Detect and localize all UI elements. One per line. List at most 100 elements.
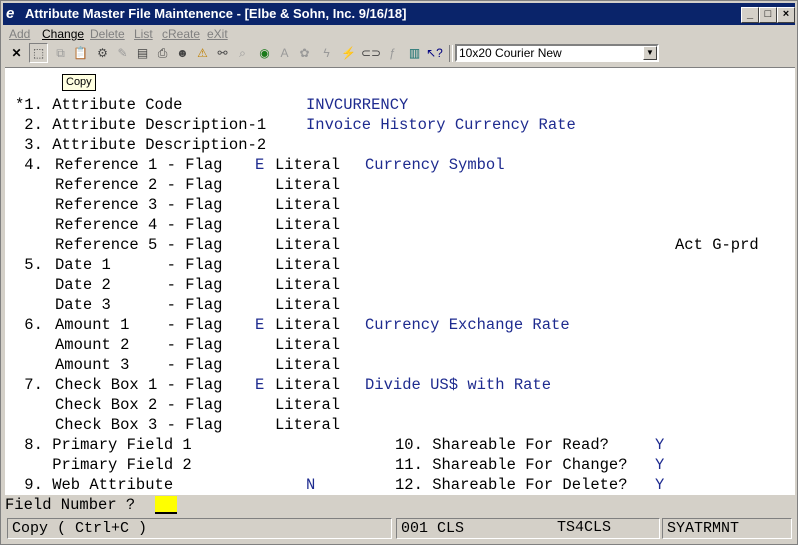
close-x-icon[interactable]: ✕ [7, 43, 26, 63]
status-bar: Copy ( Ctrl+C ) 001 CLS TS4CLS SYATRMNT [5, 516, 795, 541]
field-group-number: 6. [15, 316, 43, 334]
field-label: Amount 2 - Flag [55, 336, 223, 354]
field-literal-label: Literal [275, 376, 341, 394]
field-number-input[interactable] [155, 496, 177, 514]
field-label: Reference 5 - Flag [55, 236, 223, 254]
field-literal-label: Literal [275, 256, 341, 274]
field-3-label: 3. Attribute Description-2 [15, 136, 267, 154]
field-11-value[interactable]: Y [655, 455, 664, 475]
copy-icon[interactable]: ⧉ [51, 43, 70, 63]
act-label: Act G-prd [675, 236, 759, 254]
settings-icon[interactable]: ⚙ [93, 43, 112, 63]
field-flag[interactable]: E [255, 315, 264, 335]
close-button[interactable]: × [777, 7, 795, 23]
field-literal-label: Literal [275, 276, 341, 294]
field-9-value[interactable]: N [306, 475, 315, 495]
minimize-button[interactable]: _ [741, 7, 759, 23]
chevron-down-icon[interactable]: ▼ [643, 46, 657, 60]
field-value[interactable]: Divide US$ with Rate [365, 375, 551, 395]
notes-icon[interactable]: ▥ [405, 43, 424, 63]
field-2-value[interactable]: Invoice History Currency Rate [306, 115, 576, 135]
field-label: Amount 3 - Flag [55, 356, 223, 374]
lightning-icon[interactable]: ϟ [317, 43, 336, 63]
command-prompt: Field Number ? [5, 496, 136, 514]
help-pointer-icon[interactable]: ↖? [425, 43, 444, 63]
field-group-number: 7. [15, 376, 43, 394]
edit-icon[interactable]: ✎ [113, 43, 132, 63]
status-system: TS4CLS [557, 519, 612, 536]
field-flag[interactable]: E [255, 155, 264, 175]
paste-icon[interactable]: 📋 [71, 43, 90, 63]
link-icon[interactable]: ⊂⊃ [361, 43, 381, 63]
field-8-label: 8. Primary Field 1 [15, 436, 192, 454]
app-icon: e [6, 5, 15, 22]
alert-icon[interactable]: ⚠ [193, 43, 212, 63]
field-1-label: *1. Attribute Code [15, 96, 183, 114]
field-8b-label: Primary Field 2 [15, 456, 192, 474]
user-icon[interactable]: ☻ [173, 43, 192, 63]
field-label: Check Box 1 - Flag [55, 376, 223, 394]
field-literal-label: Literal [275, 176, 341, 194]
copy-tooltip: Copy [62, 74, 96, 91]
maximize-button[interactable]: □ [759, 7, 777, 23]
field-value[interactable]: Currency Exchange Rate [365, 315, 570, 335]
status-program: SYATRMNT [662, 518, 792, 539]
field-label: Reference 2 - Flag [55, 176, 223, 194]
title-bar[interactable]: e Attribute Master File Maintenence - [E… [3, 3, 795, 25]
menu-add[interactable]: Add [9, 27, 30, 41]
field-1-value[interactable]: INVCURRENCY [306, 95, 408, 115]
field-literal-label: Literal [275, 316, 341, 334]
menu-change[interactable]: Change [42, 27, 84, 41]
field-label: Date 3 - Flag [55, 296, 223, 314]
field-11-label: 11. Shareable For Change? [395, 456, 628, 474]
toolbar: ✕ ⬚ ⧉ 📋 ⚙ ✎ ▤ ⎙ ☻ ⚠ ⚯ ⌕ ◉ A ✿ ϟ ⚡ ⊂⊃ ƒ ▥… [5, 43, 795, 65]
field-label: Reference 1 - Flag [55, 156, 223, 174]
font-icon[interactable]: A [275, 43, 294, 63]
field-value[interactable]: Currency Symbol [365, 155, 505, 175]
field-label: Date 1 - Flag [55, 256, 223, 274]
field-literal-label: Literal [275, 296, 341, 314]
font-select[interactable]: 10x20 Courier New ▼ [455, 44, 659, 62]
status-code: 001 CLS [396, 518, 660, 539]
app-window: e Attribute Master File Maintenence - [E… [0, 0, 798, 545]
print-icon[interactable]: ⎙ [153, 43, 172, 63]
select-icon[interactable]: ⬚ [29, 43, 48, 63]
menu-delete[interactable]: Delete [90, 27, 125, 41]
menu-create[interactable]: cReate [162, 27, 200, 41]
field-10-value[interactable]: Y [655, 435, 664, 455]
field-10-label: 10. Shareable For Read? [395, 436, 609, 454]
field-label: Check Box 3 - Flag [55, 416, 223, 434]
flash-icon[interactable]: ⚡ [339, 43, 358, 63]
field-literal-label: Literal [275, 416, 341, 434]
field-group-number: 5. [15, 256, 43, 274]
web-icon[interactable]: ◉ [255, 43, 274, 63]
binoculars-icon[interactable]: ⚯ [213, 43, 232, 63]
field-literal-label: Literal [275, 196, 341, 214]
field-label: Amount 1 - Flag [55, 316, 223, 334]
field-label: Check Box 2 - Flag [55, 396, 223, 414]
terminal-screen[interactable]: *1. Attribute Code INVCURRENCY 2. Attrib… [5, 67, 795, 496]
field-2-label: 2. Attribute Description-1 [15, 116, 267, 134]
status-message: Copy ( Ctrl+C ) [7, 518, 392, 539]
field-label: Reference 4 - Flag [55, 216, 223, 234]
field-literal-label: Literal [275, 156, 341, 174]
field-literal-label: Literal [275, 216, 341, 234]
window-title: Attribute Master File Maintenence - [Elb… [25, 6, 407, 21]
toolbar-divider [449, 45, 453, 62]
document-icon[interactable]: ▤ [133, 43, 152, 63]
field-12-label: 12. Shareable For Delete? [395, 476, 628, 494]
menu-list[interactable]: List [134, 27, 153, 41]
menu-exit[interactable]: eXit [207, 27, 228, 41]
field-literal-label: Literal [275, 236, 341, 254]
search-icon[interactable]: ⌕ [233, 43, 252, 63]
macro-icon[interactable]: ✿ [295, 43, 314, 63]
field-literal-label: Literal [275, 396, 341, 414]
field-label: Date 2 - Flag [55, 276, 223, 294]
field-group-number: 4. [15, 156, 43, 174]
field-flag[interactable]: E [255, 375, 264, 395]
font-select-value: 10x20 Courier New [459, 46, 562, 60]
field-literal-label: Literal [275, 336, 341, 354]
field-12-value[interactable]: Y [655, 475, 664, 495]
field-literal-label: Literal [275, 356, 341, 374]
function-icon[interactable]: ƒ [383, 43, 402, 63]
